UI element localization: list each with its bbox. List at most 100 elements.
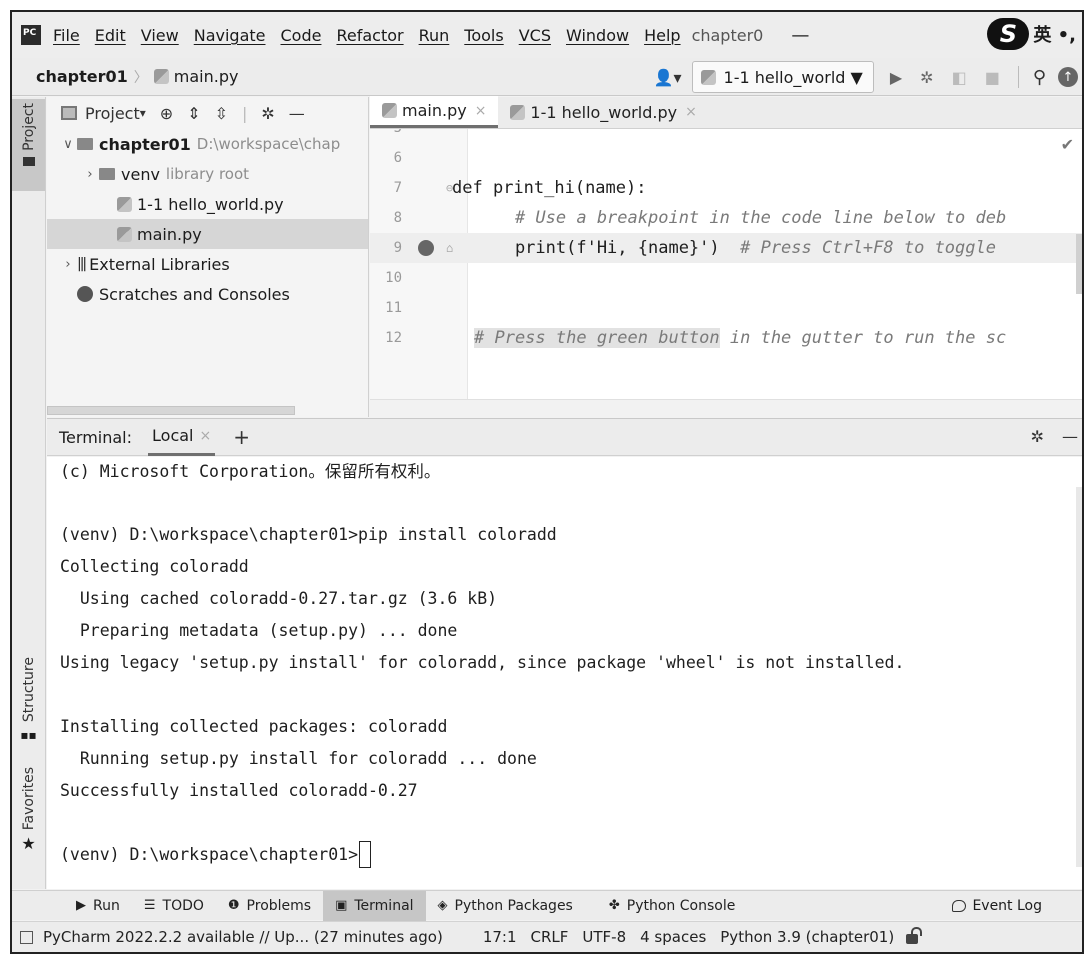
search-icon[interactable]: ⚲ — [1033, 67, 1046, 88]
tree-item-hello-world[interactable]: 1-1 hello_world.py — [47, 189, 368, 219]
stop-icon[interactable]: ■ — [985, 68, 1000, 87]
horizontal-scrollbar[interactable] — [47, 406, 295, 415]
collapse-all-icon[interactable]: ⇳ — [215, 104, 228, 123]
minimize-button[interactable]: — — [791, 25, 809, 46]
code-line[interactable]: 11 — [370, 293, 1082, 323]
folder-icon — [99, 168, 115, 180]
code-line[interactable]: 8 # Use a breakpoint in the code line be… — [370, 203, 1082, 233]
close-icon[interactable]: × — [685, 104, 697, 120]
code-line[interactable]: 6 — [370, 143, 1082, 173]
menu-vcs[interactable]: VCS — [519, 26, 551, 45]
code-line[interactable]: 7 ⊖ def print_hi(name): — [370, 173, 1082, 203]
terminal-prompt-line[interactable]: (venv) D:\workspace\chapter01> — [60, 838, 372, 870]
project-view-select[interactable]: Project — [85, 104, 140, 123]
gear-icon[interactable]: ✲ — [1031, 427, 1044, 446]
gear-icon[interactable]: ✲ — [261, 104, 274, 123]
code-line-current[interactable]: 9 ⌂ print(f'Hi, {name}') # Press Ctrl+F8… — [370, 233, 1082, 263]
menu-run[interactable]: Run — [419, 26, 450, 45]
chevron-down-icon[interactable]: ∨ — [59, 137, 77, 152]
run-icon[interactable]: ▶ — [890, 68, 902, 87]
project-tool-button[interactable]: Project — [12, 99, 45, 191]
line-separator[interactable]: CRLF — [531, 928, 569, 946]
tree-item-venv[interactable]: › venv library root — [47, 159, 368, 189]
line-number: 10 — [385, 270, 402, 286]
inspection-ok-icon[interactable]: ✔ — [1061, 135, 1074, 154]
menu-refactor[interactable]: Refactor — [336, 26, 403, 45]
editor-tabs: main.py × 1-1 hello_world.py × — [370, 96, 1082, 129]
tab-python-packages[interactable]: ◈ Python Packages — [426, 891, 585, 921]
tab-terminal-local[interactable]: Local × — [148, 419, 216, 456]
debug-icon[interactable]: ✲ — [920, 68, 933, 87]
tree-item-chapter01[interactable]: ∨ chapter01 D:\workspace\chap — [47, 129, 368, 159]
close-icon[interactable]: × — [475, 103, 487, 119]
python-console-icon: ✤ — [608, 898, 620, 913]
file-encoding[interactable]: UTF-8 — [582, 928, 626, 946]
close-icon[interactable]: × — [199, 428, 211, 444]
code-area[interactable]: 5 6 7 ⊖ def print_hi(name): 8 # Use a br… — [370, 129, 1082, 399]
structure-tool-button[interactable]: Structure ▪▪ — [12, 657, 45, 742]
breakpoint-icon[interactable] — [418, 240, 434, 256]
chevron-right-icon[interactable]: › — [81, 167, 99, 182]
breadcrumb-project[interactable]: chapter01 — [36, 67, 128, 86]
tree-item-scratches[interactable]: Scratches and Consoles — [47, 279, 368, 309]
hide-panel-icon[interactable]: — — [1062, 427, 1078, 446]
tab-python-console[interactable]: ✤ Python Console — [597, 891, 747, 921]
code-line[interactable]: 5 — [370, 129, 1082, 143]
user-dropdown-icon[interactable]: 👤▾ — [654, 68, 682, 87]
locate-icon[interactable]: ⊕ — [160, 104, 173, 123]
favorites-tool-button[interactable]: Favorites ★ — [12, 767, 45, 853]
menu-tools[interactable]: Tools — [464, 26, 503, 45]
tab-main-py[interactable]: main.py × — [370, 96, 499, 128]
terminal-prompt: (venv) D:\workspace\chapter01> — [60, 844, 359, 864]
tree-item-main[interactable]: main.py — [47, 219, 368, 249]
terminal-output[interactable]: (c) Microsoft Corporation。保留所有权利。 (venv)… — [47, 457, 1082, 889]
menu-file[interactable]: File — [53, 26, 80, 45]
terminal-line: Running setup.py install for coloradd ..… — [60, 748, 537, 768]
expand-all-icon[interactable]: ⇕ — [187, 104, 200, 123]
menu-help[interactable]: Help — [644, 26, 680, 45]
run-icon: ▶ — [76, 898, 86, 913]
editor-horizontal-scrollbar[interactable] — [370, 399, 1082, 417]
caret-position[interactable]: 17:1 — [483, 928, 517, 946]
run-configuration-select[interactable]: 1-1 hello_world ▼ — [691, 61, 874, 93]
tab-problems[interactable]: ❶ Problems — [216, 891, 323, 921]
toggle-tool-windows-icon[interactable] — [20, 930, 33, 944]
dropdown-arrow-icon[interactable]: ▾ — [140, 106, 146, 120]
breadcrumb-file[interactable]: main.py — [174, 67, 239, 86]
ime-indicator[interactable]: S 英 •, — [987, 18, 1076, 50]
python-interpreter[interactable]: Python 3.9 (chapter01) — [720, 928, 894, 946]
menu-view[interactable]: View — [141, 26, 179, 45]
chevron-right-icon[interactable]: › — [59, 257, 77, 272]
vertical-scrollbar[interactable] — [1076, 234, 1082, 294]
terminal-scrollbar[interactable] — [1076, 487, 1082, 867]
menu-code[interactable]: Code — [281, 26, 322, 45]
line-number: 8 — [393, 210, 402, 226]
tab-hello-world-py[interactable]: 1-1 hello_world.py × — [498, 96, 708, 128]
menu-navigate[interactable]: Navigate — [194, 26, 266, 45]
menu-edit[interactable]: Edit — [95, 26, 126, 45]
code-editor: main.py × 1-1 hello_world.py × 5 6 7 ⊖ d… — [370, 96, 1082, 417]
ime-mode-label: 英 •, — [1033, 25, 1076, 46]
project-tool-label: Project — [20, 103, 37, 151]
code-line[interactable]: 10 — [370, 263, 1082, 293]
code-line[interactable]: 12 # Press the green button in the gutte… — [370, 323, 1082, 353]
coverage-icon[interactable]: ◧ — [952, 68, 967, 87]
tab-label: Event Log — [972, 898, 1042, 914]
fold-end-icon[interactable]: ⌂ — [446, 241, 453, 255]
hide-panel-icon[interactable]: — — [289, 104, 305, 123]
indent-setting[interactable]: 4 spaces — [640, 928, 706, 946]
update-icon[interactable]: ↑ — [1058, 67, 1078, 87]
tab-terminal[interactable]: ▣ Terminal — [323, 890, 426, 921]
tab-label: Problems — [246, 897, 312, 914]
menu-window[interactable]: Window — [566, 26, 629, 45]
new-tab-icon[interactable]: + — [233, 425, 250, 449]
tab-event-log[interactable]: Event Log — [952, 891, 1042, 921]
tab-todo[interactable]: ☰ TODO — [132, 891, 216, 921]
tab-run[interactable]: ▶ Run — [64, 891, 132, 921]
update-notification[interactable]: PyCharm 2022.2.2 available // Up... (27 … — [43, 928, 443, 946]
keyword-def: def — [452, 178, 493, 198]
tab-label: Terminal — [354, 897, 414, 914]
unlock-icon[interactable] — [906, 927, 923, 944]
tree-item-external-libraries[interactable]: › ||| External Libraries — [47, 249, 368, 279]
folder-icon — [77, 138, 93, 150]
